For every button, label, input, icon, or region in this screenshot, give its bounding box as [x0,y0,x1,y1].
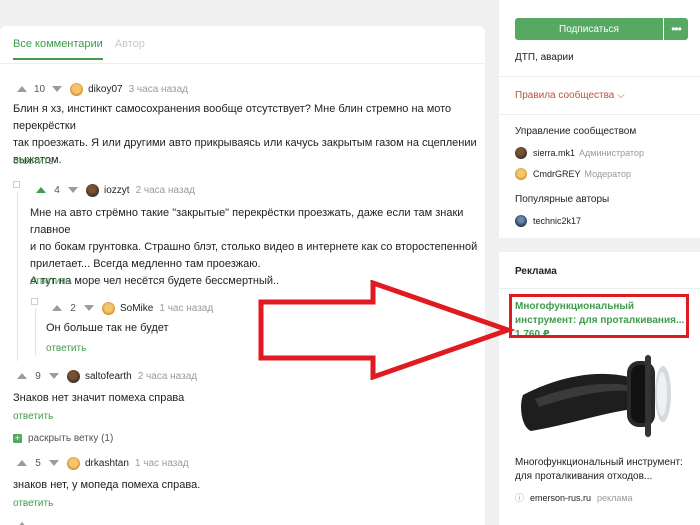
comment-time: 1 час назад [159,302,214,314]
comment-time: 2 часа назад [135,184,195,196]
downvote-icon[interactable] [49,460,59,466]
admin-name[interactable]: CmdrGREY [533,169,581,179]
upvote-icon[interactable] [17,373,27,379]
expand-branch-label: раскрыть ветку (1) [28,433,114,444]
downvote-icon[interactable] [84,305,94,311]
tab-author[interactable]: Автор [115,38,145,60]
popular-authors-title: Популярные авторы [515,194,610,205]
admin-item: sierra.mk1 Администратор [515,147,644,159]
plus-icon: + [13,433,22,443]
comment-rating: 4 [54,184,60,196]
comment-text: Мне на авто стрёмно такие "закрытые" пер… [30,205,480,290]
red-highlight-box [509,294,689,338]
comment-line: Мне на авто стрёмно такие "закрытые" пер… [30,207,464,236]
thread-line [35,308,36,356]
comment-line: так проезжать. Я или другими авто прикры… [13,137,477,149]
downvote-icon[interactable] [49,373,59,379]
community-tags: ДТП, аварии [515,52,574,63]
comment-header: 5 drkashtan 1 час назад [17,456,189,470]
comment-header [17,518,34,525]
avatar[interactable] [515,147,527,159]
avatar[interactable] [515,168,527,180]
comment-line: А тут на море чел несётся будете бессмер… [30,275,280,287]
comment-author[interactable]: dikoy07 [88,84,122,95]
popular-author-item: technic2k17 [515,215,585,227]
comment-line: выжатом. [13,154,62,166]
comment-text: Блин я хз, инстинкт самосохранения вообщ… [13,101,478,169]
comment-text: Знаков нет значит помеха справа [13,390,413,407]
avatar[interactable] [67,456,80,470]
tabs-divider [0,63,485,64]
comment-author[interactable]: saltofearth [85,371,132,382]
comment-rating: 2 [70,302,76,314]
comment-line: Блин я хз, инстинкт самосохранения вообщ… [13,103,452,132]
ad-source-link[interactable]: emerson-rus.ru [530,493,591,503]
comment-header: 10 dikoy07 3 часа назад [17,82,188,96]
rules-label: Правила сообщества [515,90,615,101]
management-title: Управление сообществом [515,126,637,137]
avatar[interactable] [70,82,84,96]
ad-label: реклама [597,492,633,503]
reply-link[interactable]: ответить [13,411,53,422]
comment-line: прилетает... Всегда медленно там проезжа… [30,258,261,270]
avatar[interactable] [67,369,80,383]
more-options-button[interactable]: ••• [664,18,688,40]
comment-rating: 9 [35,370,41,382]
community-rules-link[interactable]: Правила сообщества ⌵ [515,90,625,101]
comment-time: 3 часа назад [128,83,188,95]
ad-description[interactable]: Многофункциональный инструмент: для прот… [515,456,695,484]
thread-line [17,191,18,361]
divider [499,76,700,77]
avatar[interactable] [86,183,99,197]
upvote-icon[interactable] [52,305,62,311]
divider [499,288,700,289]
reply-link[interactable]: ответить [13,156,53,167]
admin-role: Модератор [584,169,632,179]
comment-time: 2 часа назад [137,370,198,382]
downvote-icon[interactable] [68,187,78,193]
comment-author[interactable]: iozzyt [104,185,130,196]
avatar[interactable] [515,215,527,227]
divider [499,114,700,115]
comment-text: знаков нет, у мопеда помеха справа. [13,477,413,494]
comment-rating: 5 [35,457,41,469]
reply-link[interactable]: ответить [46,343,86,354]
ad-header: Реклама [515,266,557,277]
comment-header: 9 saltofearth 2 часа назад [17,369,197,383]
chevron-down-icon: ⌵ [617,90,625,101]
comment-author[interactable]: SoMike [120,303,153,314]
ad-source: ⓘ emerson-rus.ru реклама [515,491,633,504]
comment-author[interactable]: drkashtan [85,458,129,469]
admin-role: Администратор [579,148,644,158]
ad-product-image[interactable] [517,347,677,447]
downvote-icon[interactable] [52,86,63,92]
upvote-icon[interactable] [36,187,46,193]
collapse-thread-button[interactable] [31,298,38,305]
comment-header: 4 iozzyt 2 часа назад [36,183,195,197]
upvote-icon[interactable] [17,86,27,92]
admin-item: CmdrGREY Модератор [515,168,631,180]
upvote-icon[interactable] [17,460,27,466]
comment-time: 1 час назад [134,457,189,469]
comment-text: Он больше так не будет [46,320,266,337]
avatar[interactable] [102,301,115,315]
comment-rating: 10 [34,83,46,95]
info-icon: ⓘ [515,493,525,503]
expand-branch-button[interactable]: + раскрыть ветку (1) [13,433,113,444]
comment-line: Знаков нет значит помеха справа [13,392,185,404]
comment-header: 2 SoMike 1 час назад [52,301,213,315]
comment-tabs: Все комментарии Автор [13,38,157,60]
tab-all-comments[interactable]: Все комментарии [13,38,103,60]
reply-link[interactable]: ответить [30,276,70,287]
comment-line: знаков нет, у мопеда помеха справа. [13,479,201,491]
author-name[interactable]: technic2k17 [533,216,581,226]
admin-name[interactable]: sierra.mk1 [533,148,575,158]
comment-line: Он больше так не будет [46,322,169,334]
collapse-thread-button[interactable] [13,181,20,188]
subscribe-button[interactable]: Подписаться [515,18,663,40]
reply-link[interactable]: ответить [13,498,53,509]
comment-line: и по бокам грунтовка. Страшно блэт, стол… [30,241,478,253]
